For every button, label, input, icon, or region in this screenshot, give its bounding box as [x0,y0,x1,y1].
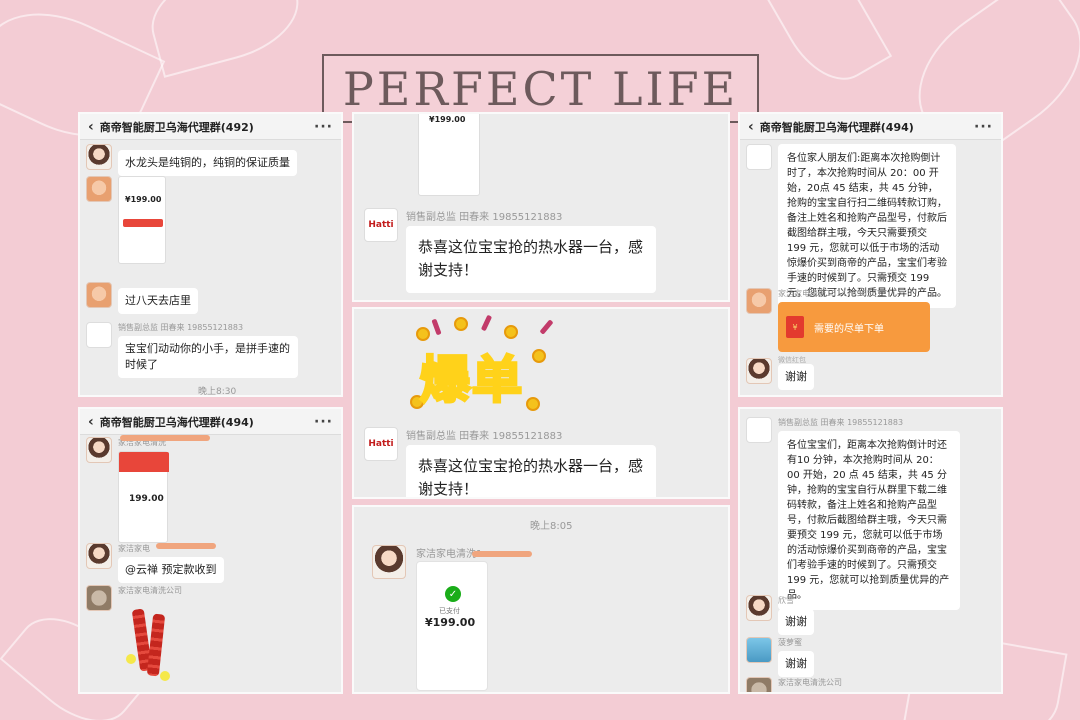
sender-name: 菠萝蜜 [778,638,802,647]
chat-screenshot-top-middle: ¥199.00 Hatti 销售副总监 田春来 19855121883 恭喜这位… [352,112,730,302]
avatar [746,288,772,314]
sender-name: 家洁家电清洗15147396561 [778,289,882,298]
more-icon[interactable]: ··· [314,119,333,135]
check-icon: ✓ [445,586,461,602]
group-title: 商帝智能厨卫乌海代理群(492) [99,120,254,134]
message-bubble: @云禅 预定款收到 [118,557,224,583]
message-bubble: 谢谢 [778,364,814,390]
chat-header: ‹ 商帝智能厨卫乌海代理群(494) ··· [80,409,341,435]
avatar: Hatti [364,427,398,461]
chat-screenshot-middle: 爆单 Hatti 销售副总监 田春来 19855121883 恭喜这位宝宝抢的热… [352,307,730,499]
message-bubble: 水龙头是纯铜的，纯铜的保证质量 [118,150,297,176]
sender-name: 家洁家电清洗公司 [778,678,842,687]
sender-name: 家洁家电清洗公司 [118,586,182,595]
red-envelope-icon: ¥ [786,316,804,338]
avatar [86,585,112,611]
message-row: 谢谢 [746,358,814,390]
message-bubble: 过八天去店里 [118,288,198,314]
sender-name: 销售副总监 田春来 19855121883 [406,431,563,442]
back-arrow-icon[interactable]: ‹ [748,119,754,135]
leaf-decoration [757,0,893,97]
price-text: ¥199.00 [425,616,476,629]
avatar [86,282,112,308]
avatar [746,637,772,663]
chat-screenshot-top-left: ‹ 商帝智能厨卫乌海代理群(492) ··· 水龙头是纯铜的，纯铜的保证质量 ¥… [78,112,343,397]
red-packet-text: 需要的尽单下单 [814,323,884,335]
sender-name: 销售副总监 田春来 19855121883 [406,212,563,223]
more-icon[interactable]: ··· [314,414,333,430]
sender-name: 欣雪 [778,596,794,605]
avatar [86,322,112,348]
avatar: Hatti [364,208,398,242]
avatar [746,595,772,621]
avatar [86,176,112,202]
sender-name: 销售副总监 田春来 19855121883 [118,323,244,332]
image-message[interactable]: 199.00 [118,451,169,543]
avatar [746,677,772,692]
chat-header: ‹ 商帝智能厨卫乌海代理群(492) ··· [80,114,341,140]
message-row: 水龙头是纯铜的，纯铜的保证质量 [86,144,297,176]
message-row: 过八天去店里 [86,282,198,314]
message-row: 家洁家电清洗15147396561 ¥ 需要的尽单下单 微信红包 [746,288,930,365]
message-bubble: 恭喜这位宝宝抢的热水器一台，感谢支持！ [406,445,656,497]
price-text: ¥199.00 [125,195,162,204]
message-row: 销售副总监 田春来 19855121883 宝宝们动动你的小手，是拼手速的时候了 [86,322,298,378]
message-bubble: 谢谢 [778,609,814,635]
chat-screenshot-bottom-middle: 晚上8:05 家洁家电清洗1 ✓ 已支付 ¥199.00 [352,505,730,694]
price-text: ¥199.00 [429,115,466,124]
avatar [746,417,772,443]
timestamp: 晚上8:05 [530,521,573,532]
timestamp: 晚上8:30 [198,387,237,397]
avatar [746,358,772,384]
more-icon[interactable]: ··· [974,119,993,135]
image-message[interactable]: ¥199.00 [418,114,480,196]
message-row: 家洁家电清洗公司 [86,585,182,611]
sender-name: 销售副总监 田春来 19855121883 [778,418,904,427]
red-packet[interactable]: ¥ 需要的尽单下单 [778,302,930,352]
message-bubble: 宝宝们动动你的小手，是拼手速的时候了 [118,336,298,378]
message-row: ¥199.00 [86,176,166,264]
chat-screenshot-bottom-right: 销售副总监 田春来 19855121883 各位宝宝们，距离本次抢购倒计时还有1… [738,407,1003,694]
back-arrow-icon[interactable]: ‹ [88,414,94,430]
message-row: 菠萝蜜 谢谢 [746,637,814,677]
chat-screenshot-top-right: ‹ 商帝智能厨卫乌海代理群(494) ··· 各位家人朋友们:距离本次抢购倒计时… [738,112,1003,397]
avatar [372,545,406,579]
payment-screenshot[interactable]: ✓ 已支付 ¥199.00 [416,561,488,691]
avatar [86,144,112,170]
leaf-decoration [140,0,310,78]
boom-text: 爆单 [419,350,524,411]
message-row: Hatti 销售副总监 田春来 19855121883 恭喜这位宝宝抢的热水器一… [364,427,656,497]
message-bubble: 各位家人朋友们:距离本次抢购倒计时了，本次抢购时间从 20：00 开始，20点 … [778,144,956,308]
image-message[interactable]: ¥199.00 [118,176,166,264]
message-row: 欣雪 谢谢 [746,595,814,635]
chat-screenshot-bottom-left: ‹ 商帝智能厨卫乌海代理群(494) ··· 家洁家电清洗 199.00 家洁家… [78,407,343,694]
group-title: 商帝智能厨卫乌海代理群(494) [99,415,254,429]
avatar [86,437,112,463]
paid-label: 已支付 [439,607,460,615]
avatar [746,144,772,170]
back-arrow-icon[interactable]: ‹ [88,119,94,135]
message-bubble: 谢谢 [778,651,814,677]
price-text: 199.00 [129,494,164,504]
message-bubble: 恭喜这位宝宝抢的热水器一台，感谢支持！ [406,226,656,293]
message-bubble: 各位宝宝们，距离本次抢购倒计时还有10 分钟，本次抢购时间从 20：00 开始，… [778,431,960,610]
message-row: Hatti 销售副总监 田春来 19855121883 恭喜这位宝宝抢的热水器一… [364,208,656,293]
avatar [86,543,112,569]
group-title: 商帝智能厨卫乌海代理群(494) [759,120,914,134]
chat-header: ‹ 商帝智能厨卫乌海代理群(494) ··· [740,114,1001,140]
message-row: 家洁家电清洗 199.00 [86,437,169,543]
message-row: 销售副总监 田春来 19855121883 各位宝宝们，距离本次抢购倒计时还有1… [746,417,960,610]
message-row: 各位家人朋友们:距离本次抢购倒计时了，本次抢购时间从 20：00 开始，20点 … [746,144,956,308]
message-row: 家洁家电清洗公司 [746,677,842,692]
